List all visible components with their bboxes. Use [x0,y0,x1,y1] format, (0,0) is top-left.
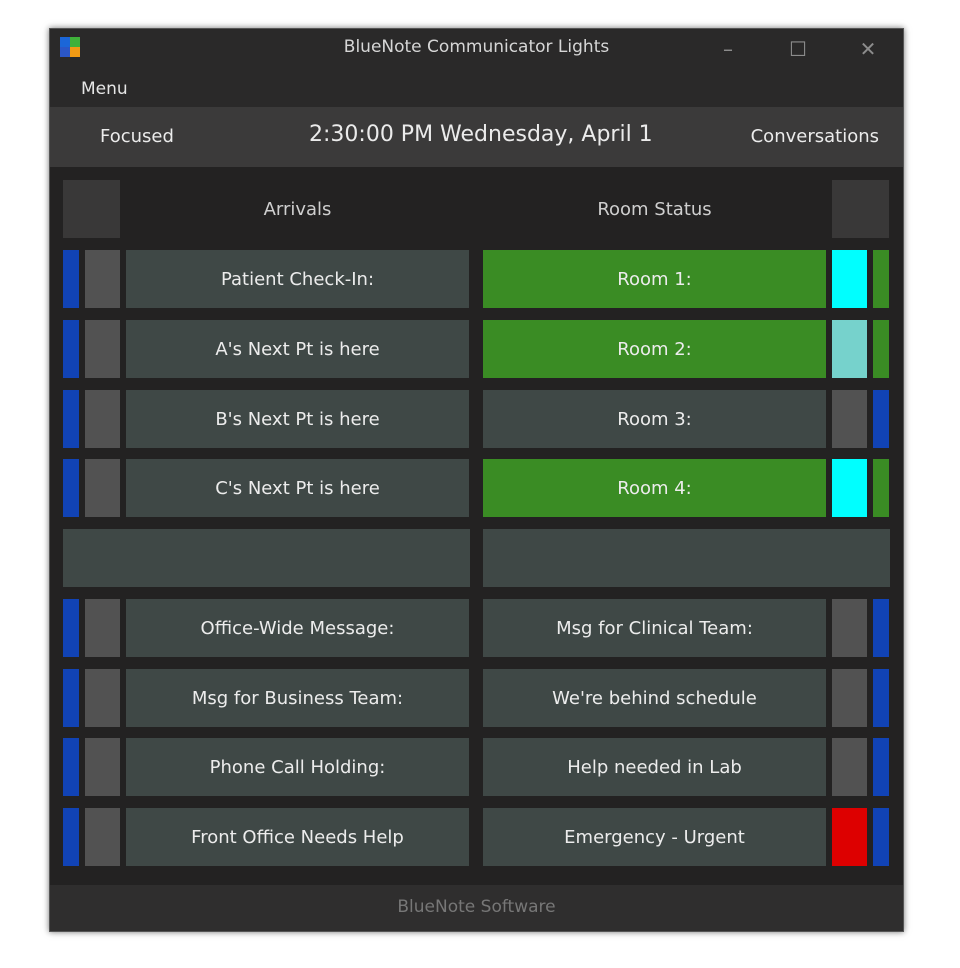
footer: BlueNote Software [50,885,903,931]
message-light [85,808,120,866]
menu-bar: Menu [50,73,903,107]
clinical-team-light [832,599,867,657]
arrival-button-patient-check-in[interactable]: Patient Check-In: [126,250,469,308]
behind-schedule-light [832,669,867,727]
room-button-2[interactable]: Room 2: [483,320,826,378]
phone-call-holding-button[interactable]: Phone Call Holding: [126,738,469,796]
message-stripe [873,808,889,866]
arrival-stripe [63,250,79,308]
arrival-button-a-next-pt[interactable]: A's Next Pt is here [126,320,469,378]
message-stripe [63,599,79,657]
room-light-3 [832,390,867,448]
arrival-stripe [63,390,79,448]
room-light-4 [832,459,867,517]
room-status-column-header: Room Status [597,198,712,220]
office-wide-message-button[interactable]: Office-Wide Message: [126,599,469,657]
header-right-square [832,180,889,238]
business-team-message-button[interactable]: Msg for Business Team: [126,669,469,727]
message-light [85,599,120,657]
focused-button[interactable]: Focused [100,126,174,147]
room-button-4[interactable]: Room 4: [483,459,826,517]
arrival-button-b-next-pt[interactable]: B's Next Pt is here [126,390,469,448]
behind-schedule-button[interactable]: We're behind schedule [483,669,826,727]
arrival-light [85,320,120,378]
front-office-help-button[interactable]: Front Office Needs Help [126,808,469,866]
room-button-3[interactable]: Room 3: [483,390,826,448]
arrival-stripe [63,459,79,517]
app-window: BlueNote Communicator Lights – ☐ ✕ Menu … [49,28,904,932]
room-light-2 [832,320,867,378]
room-stripe-2 [873,320,889,378]
maximize-button[interactable]: ☐ [783,39,813,59]
empty-slot-right [483,529,890,587]
room-button-1[interactable]: Room 1: [483,250,826,308]
message-stripe [63,669,79,727]
arrival-button-c-next-pt[interactable]: C's Next Pt is here [126,459,469,517]
arrivals-column-header: Arrivals [263,198,332,220]
message-stripe [63,808,79,866]
message-stripe [873,738,889,796]
footer-text: BlueNote Software [397,897,556,917]
room-light-1 [832,250,867,308]
clock-display: 2:30:00 PM Wednesday, April 1 [309,122,653,147]
conversations-button[interactable]: Conversations [751,126,879,147]
close-button[interactable]: ✕ [853,39,883,59]
header-left-square [63,180,120,238]
room-stripe-1 [873,250,889,308]
emergency-light [832,808,867,866]
room-stripe-4 [873,459,889,517]
arrival-stripe [63,320,79,378]
message-light [85,738,120,796]
arrival-light [85,459,120,517]
clinical-team-message-button[interactable]: Msg for Clinical Team: [483,599,826,657]
status-header: Focused 2:30:00 PM Wednesday, April 1 Co… [50,107,903,167]
arrival-light [85,250,120,308]
help-lab-button[interactable]: Help needed in Lab [483,738,826,796]
help-lab-light [832,738,867,796]
minimize-button[interactable]: – [713,39,743,59]
message-light [85,669,120,727]
message-stripe [873,669,889,727]
room-stripe-3 [873,390,889,448]
empty-slot-left [63,529,470,587]
message-stripe [63,738,79,796]
menu-button[interactable]: Menu [81,79,128,99]
window-title: BlueNote Communicator Lights [343,37,610,57]
emergency-urgent-button[interactable]: Emergency - Urgent [483,808,826,866]
message-stripe [873,599,889,657]
arrival-light [85,390,120,448]
title-bar[interactable]: BlueNote Communicator Lights – ☐ ✕ [50,29,903,73]
